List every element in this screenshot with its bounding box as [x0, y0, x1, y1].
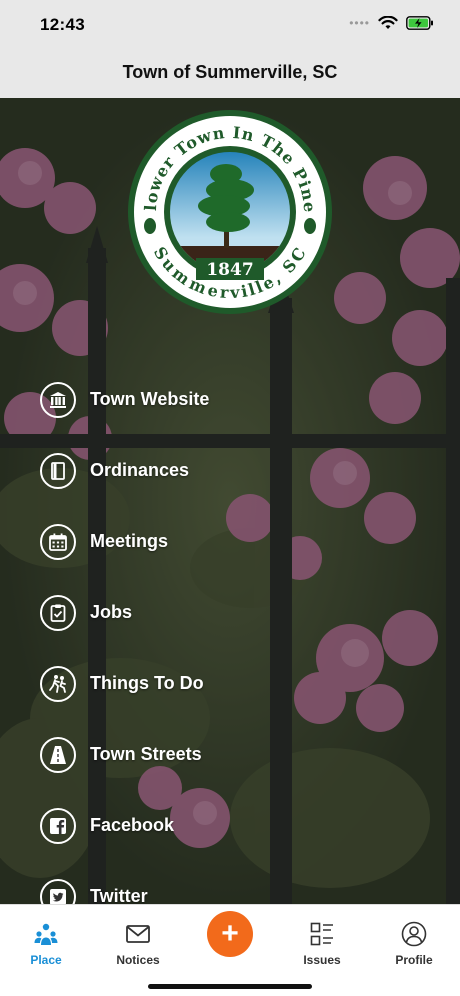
add-button[interactable]: + [207, 911, 253, 957]
battery-charging-icon [406, 16, 433, 30]
tab-label: Profile [395, 953, 433, 967]
menu-item-label: Ordinances [90, 460, 190, 480]
menu-item-label: Town Streets [90, 744, 202, 764]
tab-issues[interactable]: Issues [276, 905, 368, 967]
tab-profile[interactable]: Profile [368, 905, 460, 967]
tab-label: Issues [303, 953, 341, 967]
road-icon [40, 736, 76, 773]
facebook-icon [40, 807, 76, 844]
status-icons: •••• [349, 16, 434, 30]
user-icon [401, 921, 427, 947]
town-seal-logo: 1847 Flower Town In The Pines Summervill… [126, 108, 332, 314]
status-bar: 12:43 •••• [0, 0, 460, 50]
main-menu: Town Website Ordinances Meetings Jobs Th… [40, 364, 440, 932]
tab-label: Place [30, 953, 62, 967]
place-icon [34, 923, 58, 945]
menu-item-label: Things To Do [90, 673, 204, 693]
menu-item-jobs[interactable]: Jobs [40, 577, 440, 648]
clipboard-icon [40, 594, 76, 631]
home-indicator[interactable] [148, 984, 312, 989]
menu-item-label: Town Website [90, 389, 210, 409]
running-icon [40, 665, 76, 702]
tab-label: Notices [116, 953, 160, 967]
signal-dots-icon: •••• [349, 16, 370, 30]
menu-item-label: Facebook [90, 815, 175, 835]
menu-item-facebook[interactable]: Facebook [40, 790, 440, 861]
menu-item-town-streets[interactable]: Town Streets [40, 719, 440, 790]
tab-bar: Place Notices + Issues Profile [0, 904, 460, 996]
book-icon [40, 452, 76, 489]
menu-item-label: Meetings [90, 531, 169, 551]
building-icon [40, 381, 76, 418]
menu-item-town-website[interactable]: Town Website [40, 364, 440, 435]
page-title: Town of Summerville, SC [122, 62, 338, 82]
list-icon [310, 922, 333, 946]
menu-item-things-to-do[interactable]: Things To Do [40, 648, 440, 719]
menu-item-label: Jobs [90, 602, 133, 622]
calendar-icon [40, 523, 76, 560]
top-bar: 12:43 •••• Town of Summerville, SC [0, 0, 460, 98]
menu-item-meetings[interactable]: Meetings [40, 506, 440, 577]
menu-item-ordinances[interactable]: Ordinances [40, 435, 440, 506]
plus-icon: + [221, 917, 239, 950]
wifi-icon [378, 16, 398, 29]
tab-notices[interactable]: Notices [92, 905, 184, 967]
status-time: 12:43 [40, 15, 85, 34]
tab-place[interactable]: Place [0, 905, 92, 967]
seal-year: 1847 [206, 260, 253, 280]
envelope-icon [126, 925, 150, 943]
